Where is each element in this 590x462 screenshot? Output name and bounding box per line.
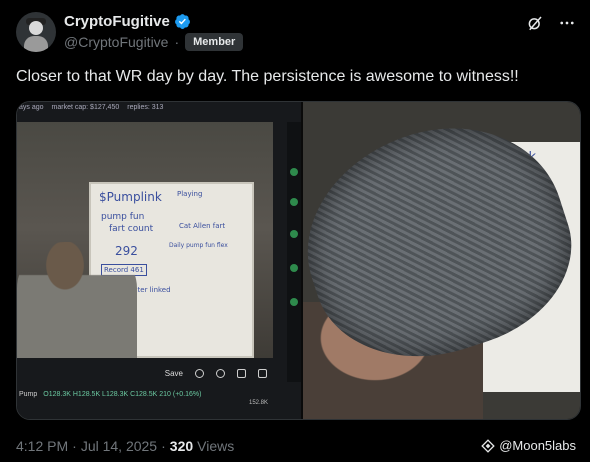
status-dot <box>290 298 298 306</box>
media-left-frame: ays ago market cap: $127,450 replies: 31… <box>17 102 301 419</box>
wb-side1: Playing <box>177 190 203 198</box>
tweet-header: CryptoFugitive @CryptoFugitive · Member <box>16 10 576 54</box>
wb-title: $Pumplink <box>99 190 162 204</box>
more-options-icon[interactable] <box>558 14 576 32</box>
handle-row: @CryptoFugitive · Member <box>64 33 244 51</box>
wb-side2: Cat Allen fart <box>179 222 226 230</box>
wb-line2: fart count <box>109 224 154 234</box>
status-dot <box>290 230 298 238</box>
stream-video: $Pumplink pump fun fart count 292 Record… <box>17 122 273 358</box>
fullscreen-icon[interactable] <box>237 368 246 378</box>
status-dot <box>290 168 298 176</box>
verified-badge-icon <box>174 14 190 29</box>
media-source-icon <box>481 438 495 453</box>
pump-stats: O128.3K H128.5K L128.3K C128.5K 210 (+0.… <box>43 390 202 398</box>
wb-line1: pump fun <box>101 212 145 222</box>
price-tick: 152.8K <box>249 400 269 406</box>
footer-separator: · <box>72 438 77 454</box>
header-actions <box>526 14 576 32</box>
tweet-time[interactable]: 4:12 PM <box>16 438 68 454</box>
tweet-footer: 4:12 PM · Jul 14, 2025 · 320 Views @Moon… <box>16 436 576 456</box>
tweet-text: Closer to that WR day by day. The persis… <box>16 68 519 85</box>
save-button[interactable]: Save <box>165 369 183 378</box>
streamer-left <box>17 242 137 358</box>
stream-header: ays ago market cap: $127,450 replies: 31… <box>17 104 163 111</box>
tweet-media[interactable]: ays ago market cap: $127,450 replies: 31… <box>16 101 581 420</box>
avatar[interactable] <box>16 12 56 52</box>
stream-age: ays ago <box>19 104 44 111</box>
status-dot <box>290 198 298 206</box>
settings-icon[interactable] <box>216 368 225 378</box>
stream-market-cap: market cap: $127,450 <box>51 104 120 111</box>
stream-replies: replies: 313 <box>127 104 164 111</box>
tweet-date[interactable]: Jul 14, 2025 <box>81 438 157 454</box>
media-source-label[interactable]: @Moon5labs <box>499 438 576 453</box>
camera-icon[interactable] <box>258 368 267 378</box>
wb-side3: Daily pump fun flex <box>169 242 228 249</box>
name-row: CryptoFugitive <box>64 13 191 30</box>
media-source[interactable]: @Moon5labs <box>481 438 576 453</box>
stream-sidebar <box>287 122 301 382</box>
handle-separator: · <box>174 34 180 50</box>
media-right-frame: $Pumplink pump fun fart count 292 Record… <box>279 102 580 419</box>
member-badge[interactable]: Member <box>185 33 244 51</box>
zoom-icon[interactable] <box>195 368 204 378</box>
stream-toolbar: Save <box>17 364 273 382</box>
status-dot <box>290 264 298 272</box>
views-count: 320 <box>169 438 194 454</box>
handle[interactable]: @CryptoFugitive <box>64 34 168 50</box>
views-label: Views <box>197 438 235 454</box>
display-name[interactable]: CryptoFugitive <box>64 13 170 30</box>
pump-label: Pump <box>19 390 38 398</box>
grok-icon[interactable] <box>526 14 544 32</box>
footer-separator: · <box>161 438 166 454</box>
